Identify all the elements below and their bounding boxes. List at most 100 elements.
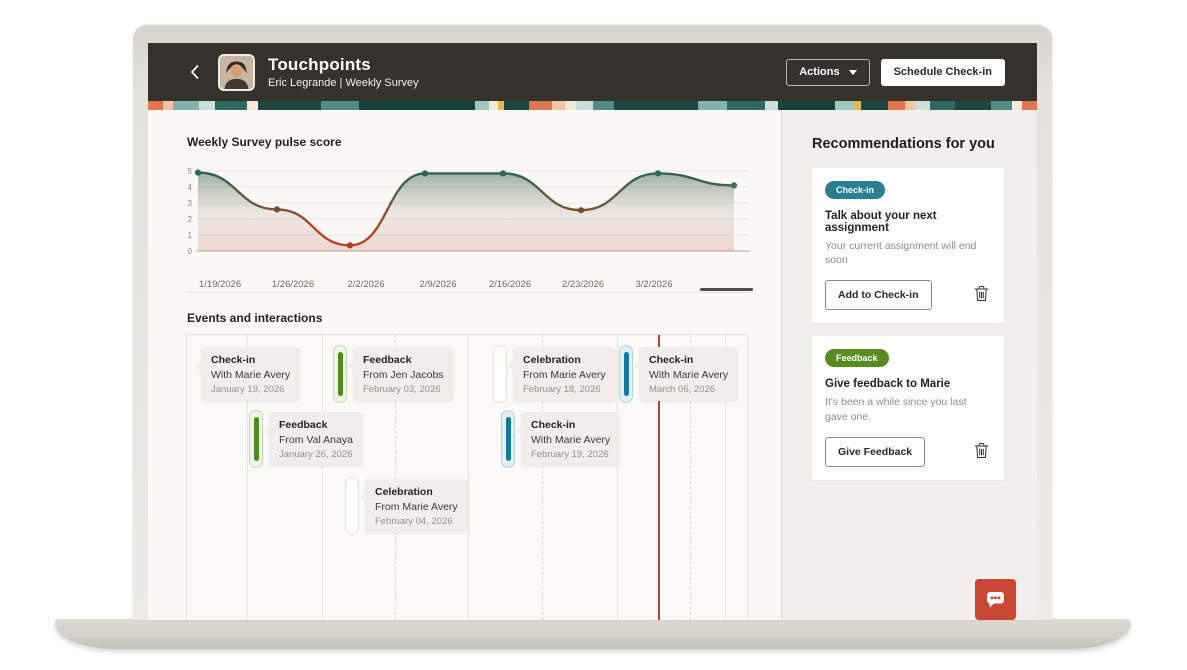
page-subtitle: Eric Legrande | Weekly Survey [268,77,419,89]
chart-title: Weekly Survey pulse score [187,135,342,149]
timeline-event-card[interactable]: Celebration From Marie Avery February 18, … [513,347,616,401]
svg-text:1/26/2026: 1/26/2026 [272,279,314,290]
green-event-marker [333,345,347,403]
svg-text:4: 4 [188,183,193,192]
pulse-score-chart: 0123451/19/20261/26/20262/2/20262/9/2026… [184,163,754,297]
recommendation-cards: Check-inTalk about your next assignmentY… [812,168,1004,480]
event-date: January 26, 2026 [279,449,353,460]
laptop-bezel: Touchpoints Eric Legrande | Weekly Surve… [133,25,1052,620]
timeline-event-card[interactable]: Check-in With Marie Avery March 06, 2026 [639,347,738,401]
svg-text:0: 0 [188,247,193,256]
banner-segment [504,101,529,110]
chat-button[interactable] [975,579,1016,620]
chart-scrollbar[interactable] [700,288,753,291]
blue-event-marker [619,345,633,403]
banner-segment [765,101,778,110]
banner-segment [163,101,174,110]
timeline-gridline [617,335,618,620]
svg-text:2: 2 [188,215,193,224]
recommendation-footer: Give Feedback [825,437,991,467]
events-title: Events and interactions [187,311,322,325]
blue-event-marker [501,410,515,468]
banner-segment [835,101,854,110]
svg-text:2/9/2026: 2/9/2026 [420,279,457,290]
banner-segment [888,101,905,110]
svg-text:1: 1 [188,231,193,240]
svg-text:5: 5 [188,167,193,176]
recommendation-card: Check-inTalk about your next assignmentY… [812,168,1004,323]
timeline-event-card[interactable]: Check-in With Marie Avery January 19, 2026 [201,347,300,401]
banner-segment [321,101,359,110]
banner-segment [576,101,593,110]
event-date: March 06, 2026 [649,384,728,395]
recommendations-title: Recommendations for you [812,136,1004,152]
give-feedback-button[interactable]: Give Feedback [825,437,925,467]
event-person: From Marie Avery [375,501,458,513]
event-person: With Marie Avery [649,369,728,381]
banner-segment [991,101,1012,110]
trash-icon [974,285,989,302]
event-type: Check-in [649,354,728,366]
chat-bubble-icon [983,588,1008,612]
laptop-mockup: Touchpoints Eric Legrande | Weekly Surve… [0,0,1187,670]
svg-text:3/2/2026: 3/2/2026 [636,279,673,290]
banner-segment [1022,101,1037,110]
chevron-left-icon [189,64,200,80]
white-event-marker [345,477,359,535]
timeline-event-card[interactable]: FeedbackFrom Val AnayaJanuary 26, 2026 [269,412,363,466]
event-person: With Marie Avery [211,369,290,381]
event-date: February 18, 2026 [523,384,606,395]
actions-button[interactable]: Actions [786,59,869,86]
event-date: February 03, 2026 [363,384,444,395]
recommendation-subtitle: It's been a while since you last gave on… [825,395,991,423]
banner-segment [614,101,698,110]
banner-segment [727,101,765,110]
header-actions: Actions Schedule Check-in [786,59,1005,86]
banner-segment [552,101,565,110]
timeline-gridline [322,335,323,620]
event-person: With Marie Avery [531,434,610,446]
banner-segment [529,101,552,110]
svg-text:2/23/2026: 2/23/2026 [562,279,604,290]
green-event-marker [249,410,263,468]
banner-segment [215,101,247,110]
chevron-down-icon [849,70,857,75]
schedule-checkin-button[interactable]: Schedule Check-in [881,59,1005,86]
timeline-gridline [468,335,469,620]
event-date: February 04, 2026 [375,516,458,527]
banner-segment [173,101,198,110]
recommendation-title: Give feedback to Marie [825,378,991,390]
svg-text:1/19/2026: 1/19/2026 [199,279,241,290]
header-titles: Touchpoints Eric Legrande | Weekly Surve… [268,55,419,89]
banner-segment [258,101,321,110]
event-type: Check-in [211,354,290,366]
banner-segment [955,101,991,110]
decorative-banner [148,101,1037,110]
recommendation-badge: Check-in [825,181,885,199]
event-type: Celebration [523,354,606,366]
event-type: Check-in [531,419,610,431]
svg-text:2/16/2026: 2/16/2026 [489,279,531,290]
events-timeline: Check-in With Marie Avery January 19, 2026… [186,334,748,620]
timeline-event-card[interactable]: Celebration From Marie Avery February 04, … [365,479,468,533]
add-to-check-in-button[interactable]: Add to Check-in [825,280,932,310]
event-type: Celebration [375,486,458,498]
event-date: January 19, 2026 [211,384,290,395]
banner-segment [475,101,490,110]
timeline-event-card[interactable]: FeedbackFrom Jen JacobsFebruary 03, 2026 [353,347,454,401]
banner-segment [489,101,497,110]
actions-button-label: Actions [799,66,839,78]
delete-recommendation-button[interactable] [972,283,991,307]
timeline-event-card[interactable]: Check-inWith Marie AveryFebruary 19, 202… [521,412,620,466]
event-person: From Marie Avery [523,369,606,381]
banner-segment [698,101,728,110]
delete-recommendation-button[interactable] [972,440,991,464]
recommendation-subtitle: Your current assignment will end soon [825,239,991,267]
banner-segment [593,101,614,110]
back-button[interactable] [184,60,204,84]
trash-icon [974,442,989,459]
svg-text:3: 3 [188,199,193,208]
event-type: Feedback [279,419,353,431]
profile-photo-icon [220,56,253,89]
banner-segment [915,101,930,110]
